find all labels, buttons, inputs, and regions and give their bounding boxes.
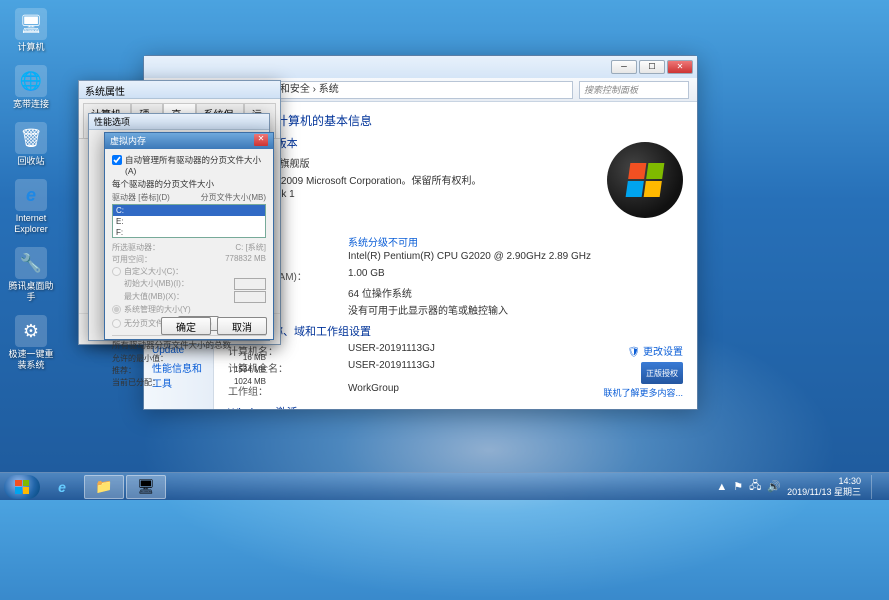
ie-icon: e <box>15 179 47 211</box>
sel-drive-label: 所选驱动器： <box>112 242 160 253</box>
dialog-title[interactable]: 系统属性 <box>79 81 280 99</box>
taskbar-explorer[interactable]: 📁 <box>84 475 124 499</box>
taskbar-ie[interactable]: e <box>42 475 82 499</box>
desktop-icon-recycle[interactable]: 🗑回收站 <box>6 122 56 167</box>
windows-logo <box>607 142 683 218</box>
dialog-title: 虚拟内存 <box>110 134 146 148</box>
taskbar: e 📁 🖥 ▲ ⚑ 🖧 🔊 14:30 2019/11/13 星期三 <box>0 472 889 500</box>
drive-row-c[interactable]: C: <box>113 205 265 216</box>
page-title: 查看有关计算机的基本信息 <box>228 112 683 129</box>
desktop-icon-reinstall[interactable]: ⚙极速一键重装系统 <box>6 315 56 371</box>
max-input <box>234 291 266 303</box>
genuine-more-link[interactable]: 联机了解更多内容... <box>603 388 683 398</box>
tray-expand-icon[interactable]: ▲ <box>716 481 727 493</box>
computer-icon: 🖥 <box>15 8 47 40</box>
desktop-icon-tencent[interactable]: 🔧腾讯桌面助手 <box>6 247 56 303</box>
dialog-title[interactable]: 性能选项 <box>89 114 269 130</box>
init-label: 初始大小(MB)(I)： <box>124 278 189 290</box>
close-button[interactable]: ✕ <box>667 60 693 74</box>
tool-icon: 🔧 <box>15 247 47 279</box>
close-button[interactable]: ✕ <box>254 134 268 146</box>
drive-row-f[interactable]: F: <box>113 227 265 238</box>
auto-manage-input[interactable] <box>112 155 122 165</box>
name-section: 计算机名称、域和工作组设置 <box>228 323 683 339</box>
show-desktop-button[interactable] <box>871 475 881 499</box>
ok-button[interactable]: 确定 <box>161 317 211 335</box>
min-value: 16 MB <box>243 353 266 364</box>
rec-value: 1534 MB <box>234 365 266 376</box>
genuine-box: 正版授权 联机了解更多内容... <box>603 362 683 399</box>
flag-icon[interactable]: ⚑ <box>733 480 743 493</box>
size-header: 分页文件大小(MB) <box>201 192 266 203</box>
main-content: 查看有关计算机的基本信息 Windows 版本 Windows 7 旗舰版 版权… <box>214 102 697 409</box>
radio-custom: 自定义大小(C)： <box>112 266 266 277</box>
auto-manage-checkbox[interactable]: 自动管理所有驱动器的分页文件大小(A) <box>112 154 266 176</box>
ram-value: 1.00 GB <box>348 268 683 283</box>
start-button[interactable] <box>4 475 40 499</box>
maximize-button[interactable]: ☐ <box>639 60 665 74</box>
activation-section: Windows 激活 <box>228 404 683 409</box>
drive-list[interactable]: C: E: F: <box>112 204 266 238</box>
cpu-value: Intel(R) Pentium(R) CPU G2020 @ 2.90GHz … <box>348 251 683 266</box>
cur-label: 当前已分配： <box>112 377 160 388</box>
sel-drive-value: C: [系统] <box>235 242 266 253</box>
free-value: 778832 MB <box>225 254 266 265</box>
pen-value: 没有可用于此显示器的笔或触控输入 <box>348 302 683 317</box>
dialog-titlebar[interactable]: 虚拟内存 ✕ <box>105 133 273 149</box>
drive-row-e[interactable]: E: <box>113 216 265 227</box>
system-tray: ▲ ⚑ 🖧 🔊 14:30 2019/11/13 星期三 <box>716 475 885 499</box>
time: 14:30 <box>787 476 861 487</box>
desktop-icon-computer[interactable]: 🖥计算机 <box>6 8 56 53</box>
change-settings-link[interactable]: 🛡 更改设置 <box>628 343 683 358</box>
system-section: 系统 <box>228 214 683 230</box>
date: 2019/11/13 星期三 <box>787 487 861 498</box>
search-input[interactable]: 搜索控制面板 <box>579 81 689 99</box>
cname-value: USER-20191113GJ <box>348 343 628 358</box>
genuine-badge: 正版授权 <box>641 362 683 384</box>
max-label: 最大值(MB)(X)： <box>124 291 184 303</box>
min-label: 允许的最小值： <box>112 353 168 364</box>
drive-header: 驱动器 [卷标](D) <box>112 192 170 203</box>
cancel-button[interactable]: 取消 <box>217 317 267 335</box>
recycle-icon: 🗑 <box>15 122 47 154</box>
reinstall-icon: ⚙ <box>15 315 47 347</box>
desktop-icon-ie[interactable]: eInternet Explorer <box>6 179 56 235</box>
rec-label: 推荐： <box>112 365 136 376</box>
free-label: 可用空间： <box>112 254 152 265</box>
per-drive-label: 每个驱动器的分页文件大小 <box>112 178 266 190</box>
init-input <box>234 278 266 290</box>
window-titlebar[interactable]: ─ ☐ ✕ <box>144 56 697 78</box>
desktop: 🖥计算机 🌐宽带连接 🗑回收站 eInternet Explorer 🔧腾讯桌面… <box>6 8 56 371</box>
virtual-memory-dialog: 虚拟内存 ✕ 自动管理所有驱动器的分页文件大小(A) 每个驱动器的分页文件大小 … <box>104 132 274 340</box>
type-value: 64 位操作系统 <box>348 285 683 300</box>
rating-link[interactable]: 系统分级不可用 <box>348 234 683 249</box>
edition-section: Windows 版本 <box>228 135 683 151</box>
totals-title: 所有驱动器分页文件大小的总数 <box>112 339 266 351</box>
cur-value: 1024 MB <box>234 377 266 388</box>
taskbar-system[interactable]: 🖥 <box>126 475 166 499</box>
clock[interactable]: 14:30 2019/11/13 星期三 <box>787 476 861 498</box>
volume-icon[interactable]: 🔊 <box>767 480 781 493</box>
minimize-button[interactable]: ─ <box>611 60 637 74</box>
network-icon[interactable]: 🖧 <box>749 477 761 496</box>
network-icon: 🌐 <box>15 65 47 97</box>
desktop-icon-broadband[interactable]: 🌐宽带连接 <box>6 65 56 110</box>
